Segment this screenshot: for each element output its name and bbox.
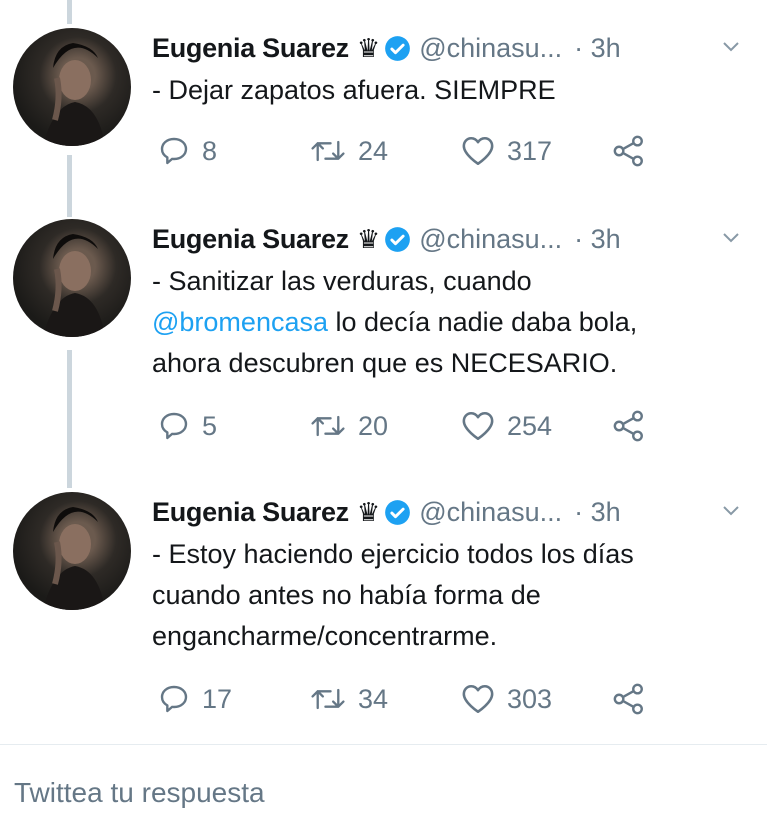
like-button[interactable]: 303 bbox=[461, 679, 552, 719]
retweet-icon bbox=[311, 688, 345, 710]
reply-count: 8 bbox=[202, 135, 218, 166]
author-handle[interactable]: @chinasu... bbox=[419, 497, 562, 528]
reply-count: 5 bbox=[202, 410, 218, 441]
crown-icon: ♛ bbox=[356, 496, 381, 527]
reply-button[interactable]: 17 bbox=[158, 679, 232, 719]
tweet-header: Eugenia Suarez ♛ @chinasu... · 3h bbox=[152, 492, 621, 532]
verified-badge-icon bbox=[385, 35, 411, 61]
tweet-text-line: ahora descubren que es NECESARIO. bbox=[152, 348, 618, 378]
mention-link[interactable]: @bromencasa bbox=[152, 307, 328, 337]
thread-line bbox=[67, 0, 72, 24]
tweet-time[interactable]: · 3h bbox=[574, 497, 621, 528]
tweet-text-line: engancharme/concentrarme. bbox=[152, 621, 498, 651]
author-handle[interactable]: @chinasu... bbox=[419, 224, 562, 255]
reply-icon bbox=[160, 685, 188, 713]
tweet-text-line: lo decía nadie daba bola, bbox=[335, 307, 638, 337]
author-handle[interactable]: @chinasu... bbox=[419, 33, 562, 64]
tweet-text-line: - Sanitizar las verduras, cuando bbox=[152, 266, 532, 296]
author-name[interactable]: Eugenia Suarez bbox=[152, 224, 349, 255]
tweet[interactable]: Eugenia Suarez ♛ @chinasu... · 3h - Deja… bbox=[0, 28, 767, 188]
like-count: 317 bbox=[507, 135, 553, 166]
author-name[interactable]: Eugenia Suarez bbox=[152, 497, 349, 528]
reply-icon bbox=[160, 412, 188, 440]
retweet-count: 20 bbox=[358, 410, 389, 441]
crown-icon: ♛ bbox=[356, 223, 381, 254]
divider bbox=[0, 744, 767, 745]
tweet-header: Eugenia Suarez ♛ @chinasu... · 3h bbox=[152, 219, 621, 259]
share-button[interactable] bbox=[612, 131, 646, 171]
tweet-actions: 5 20 254 bbox=[152, 406, 672, 446]
tweet-actions: 8 24 317 bbox=[152, 131, 672, 171]
tweet-text-line: cuando antes no había forma de bbox=[152, 580, 541, 610]
tweet[interactable]: Eugenia Suarez ♛ @chinasu... · 3h - Sani… bbox=[0, 219, 767, 469]
retweet-button[interactable]: 20 bbox=[310, 406, 388, 446]
retweet-count: 24 bbox=[358, 135, 389, 166]
reply-button[interactable]: 5 bbox=[158, 406, 217, 446]
avatar[interactable] bbox=[13, 219, 131, 337]
retweet-icon bbox=[311, 415, 345, 437]
tweet-text-line: - Estoy haciendo ejercicio todos los día… bbox=[152, 539, 634, 569]
heart-icon bbox=[462, 684, 494, 714]
heart-icon bbox=[462, 136, 494, 166]
retweet-count: 34 bbox=[358, 683, 389, 714]
share-icon bbox=[613, 135, 643, 167]
avatar[interactable] bbox=[13, 492, 131, 610]
tweet-text-line: - Dejar zapatos afuera. SIEMPRE bbox=[152, 75, 556, 105]
tweet-time[interactable]: · 3h bbox=[574, 33, 621, 64]
like-button[interactable]: 317 bbox=[461, 131, 552, 171]
share-icon bbox=[613, 683, 643, 715]
tweet-time[interactable]: · 3h bbox=[574, 224, 621, 255]
like-button[interactable]: 254 bbox=[461, 406, 552, 446]
verified-badge-icon bbox=[385, 499, 411, 525]
tweet-actions: 17 34 303 bbox=[152, 679, 672, 719]
tweet-text: - Estoy haciendo ejercicio todos los día… bbox=[152, 534, 752, 657]
reply-icon bbox=[160, 137, 188, 165]
like-count: 254 bbox=[507, 410, 553, 441]
chevron-down-icon[interactable] bbox=[721, 500, 741, 520]
reply-input[interactable]: Twittea tu respuesta bbox=[14, 777, 265, 809]
chevron-down-icon[interactable] bbox=[721, 36, 741, 56]
tweet-text: - Dejar zapatos afuera. SIEMPRE bbox=[152, 70, 752, 111]
tweet-text: - Sanitizar las verduras, cuando @bromen… bbox=[152, 261, 752, 384]
share-button[interactable] bbox=[612, 406, 646, 446]
tweet[interactable]: Eugenia Suarez ♛ @chinasu... · 3h - Esto… bbox=[0, 492, 767, 732]
crown-icon: ♛ bbox=[356, 32, 381, 63]
author-name[interactable]: Eugenia Suarez bbox=[152, 33, 349, 64]
share-icon bbox=[613, 410, 643, 442]
reply-button[interactable]: 8 bbox=[158, 131, 217, 171]
retweet-icon bbox=[311, 140, 345, 162]
verified-badge-icon bbox=[385, 226, 411, 252]
avatar[interactable] bbox=[13, 28, 131, 146]
share-button[interactable] bbox=[612, 679, 646, 719]
heart-icon bbox=[462, 411, 494, 441]
reply-count: 17 bbox=[202, 683, 233, 714]
tweet-header: Eugenia Suarez ♛ @chinasu... · 3h bbox=[152, 28, 621, 68]
retweet-button[interactable]: 34 bbox=[310, 679, 388, 719]
like-count: 303 bbox=[507, 683, 553, 714]
chevron-down-icon[interactable] bbox=[721, 227, 741, 247]
retweet-button[interactable]: 24 bbox=[310, 131, 388, 171]
